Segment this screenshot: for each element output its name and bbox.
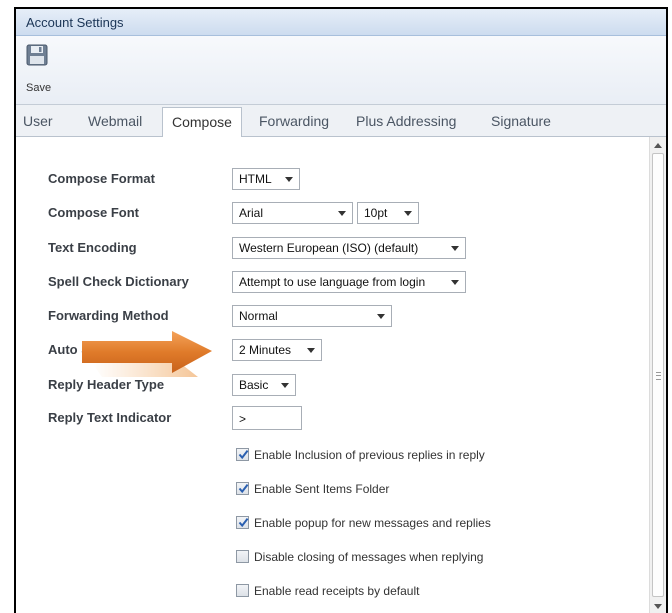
compose-format-label: Compose Format — [48, 171, 155, 186]
auto-save-select[interactable]: 2 Minutes — [232, 339, 322, 361]
scroll-down-arrow-icon[interactable] — [654, 604, 662, 609]
checkbox-box[interactable] — [236, 550, 249, 563]
chevron-down-icon — [451, 246, 459, 251]
checkbox-label: Enable read receipts by default — [254, 584, 420, 598]
checkmark-icon — [238, 483, 249, 494]
reply-text-indicator-input[interactable]: > — [232, 406, 302, 430]
forwarding-method-select[interactable]: Normal — [232, 305, 392, 327]
compose-font-select[interactable]: Arial — [232, 202, 353, 224]
tab-forwarding[interactable]: Forwarding — [259, 113, 329, 129]
text-encoding-label: Text Encoding — [48, 240, 137, 255]
account-settings-window: Account Settings Save User Webmail Compo… — [14, 7, 668, 613]
compose-font-value: Arial — [239, 206, 264, 220]
chevron-down-icon — [285, 177, 293, 182]
forwarding-method-label: Forwarding Method — [48, 308, 169, 323]
spell-check-select[interactable]: Attempt to use language from login — [232, 271, 466, 293]
chevron-down-icon — [307, 348, 315, 353]
chevron-down-icon — [451, 280, 459, 285]
tab-user[interactable]: User — [23, 113, 53, 129]
checkbox-box[interactable] — [236, 584, 249, 597]
reply-header-value: Basic — [239, 378, 269, 392]
compose-font-label: Compose Font — [48, 205, 139, 220]
toolbar: Save — [16, 36, 666, 105]
compose-format-value: HTML — [239, 172, 272, 186]
tab-signature[interactable]: Signature — [491, 113, 551, 129]
checkbox-box[interactable] — [236, 482, 249, 495]
grip-icon — [656, 372, 661, 380]
spell-check-value: Attempt to use language from login — [239, 275, 426, 289]
vertical-scrollbar[interactable] — [649, 137, 666, 613]
chevron-down-icon — [281, 383, 289, 388]
title-bar: Account Settings — [16, 9, 666, 36]
tab-plus-addressing[interactable]: Plus Addressing — [356, 113, 456, 129]
compose-font-size-select[interactable]: 10pt — [357, 202, 419, 224]
tab-bar: User Webmail Compose Forwarding Plus Add… — [16, 105, 666, 137]
checkmark-icon — [238, 517, 249, 528]
scrollbar-thumb[interactable] — [652, 153, 664, 597]
checkbox-label: Disable closing of messages when replyin… — [254, 550, 484, 564]
reply-header-select[interactable]: Basic — [232, 374, 296, 396]
save-button[interactable]: Save — [24, 42, 64, 98]
tab-compose[interactable]: Compose — [162, 107, 242, 137]
chevron-down-icon — [338, 211, 346, 216]
compose-format-select[interactable]: HTML — [232, 168, 300, 190]
scroll-up-arrow-icon[interactable] — [654, 143, 662, 148]
spell-check-label: Spell Check Dictionary — [48, 274, 189, 289]
checkbox-label: Enable Sent Items Folder — [254, 482, 390, 496]
chevron-down-icon — [404, 211, 412, 216]
reply-text-indicator-label: Reply Text Indicator — [48, 410, 172, 425]
reply-header-label: Reply Header Type — [48, 377, 165, 392]
compose-font-size-value: 10pt — [364, 206, 388, 220]
chevron-down-icon — [377, 314, 385, 319]
checkbox-box[interactable] — [236, 448, 249, 461]
tab-webmail[interactable]: Webmail — [88, 113, 142, 129]
text-encoding-value: Western European (ISO) (default) — [239, 241, 419, 255]
pointer-arrow-icon — [82, 331, 212, 377]
window-title: Account Settings — [26, 15, 124, 30]
checkbox-box[interactable] — [236, 516, 249, 529]
auto-save-value: 2 Minutes — [239, 343, 292, 357]
save-label: Save — [26, 82, 52, 94]
checkbox-label: Enable Inclusion of previous replies in … — [254, 448, 485, 462]
checkmark-icon — [238, 449, 249, 460]
text-encoding-select[interactable]: Western European (ISO) (default) — [232, 237, 466, 259]
checkbox-label: Enable popup for new messages and replie… — [254, 516, 491, 530]
forwarding-method-value: Normal — [239, 309, 278, 323]
floppy-disk-icon — [26, 44, 48, 66]
